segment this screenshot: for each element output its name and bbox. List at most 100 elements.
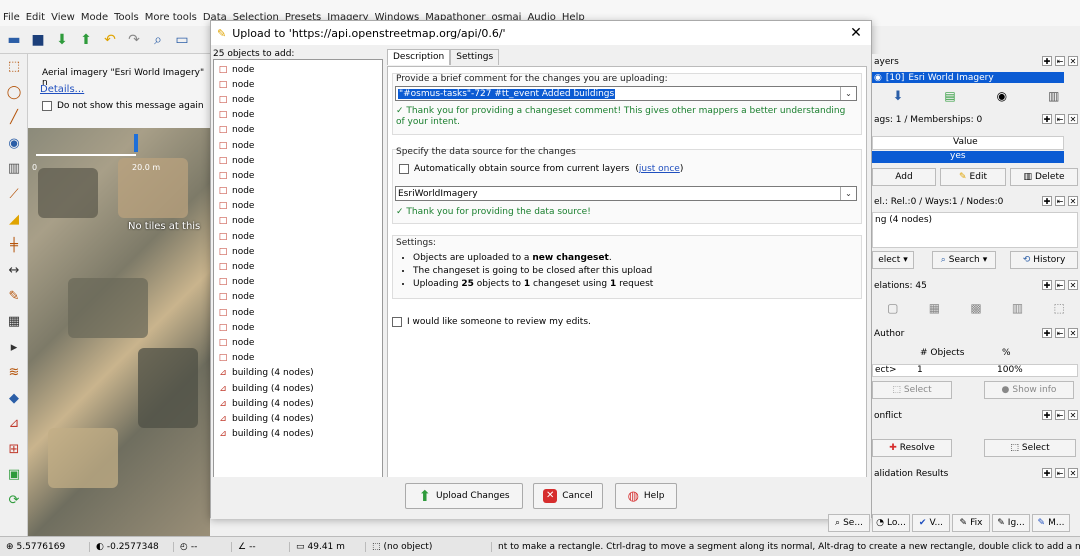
pin-icon[interactable]: ⇤ xyxy=(1055,468,1065,478)
cancel-button[interactable]: ✕ Cancel xyxy=(533,483,603,509)
plus-icon[interactable]: ✚ xyxy=(1042,410,1052,420)
tab-fix[interactable]: ✎ Fix xyxy=(952,514,990,532)
list-item[interactable]: □ node xyxy=(214,320,382,335)
list-item[interactable]: □ node xyxy=(214,351,382,366)
close-icon[interactable]: ✕ xyxy=(1068,56,1078,66)
list-item[interactable]: □ node xyxy=(214,77,382,92)
pin-icon[interactable]: ⇤ xyxy=(1055,328,1065,338)
delete-tool-icon[interactable]: ▥ xyxy=(0,156,28,182)
list-item[interactable]: □ node xyxy=(214,199,382,214)
pin-icon[interactable]: ⇤ xyxy=(1055,56,1065,66)
author-select-button[interactable]: ⬚ Select xyxy=(872,381,952,399)
close-icon[interactable]: ✕ xyxy=(1068,280,1078,290)
activate-icon[interactable]: ▤ xyxy=(944,89,955,103)
relation-dup-icon[interactable]: ▩ xyxy=(970,301,981,315)
selection-item[interactable]: ng (4 nodes) xyxy=(875,215,932,225)
edit-tag-button[interactable]: ✎ Edit xyxy=(940,168,1006,186)
chevron-down-icon[interactable]: ⌄ xyxy=(840,187,856,200)
list-item[interactable]: ⊿ building (4 nodes) xyxy=(214,396,382,411)
open-icon[interactable]: ▬ xyxy=(4,30,24,50)
plus-icon[interactable]: ✚ xyxy=(1042,328,1052,338)
close-icon[interactable]: ✕ xyxy=(1068,114,1078,124)
list-item[interactable]: □ node xyxy=(214,214,382,229)
selection-list[interactable]: ng (4 nodes) xyxy=(872,212,1078,248)
pin-icon[interactable]: ⇤ xyxy=(1055,410,1065,420)
lasso-icon[interactable]: ◯ xyxy=(0,80,28,106)
menu-mode[interactable]: Mode xyxy=(78,12,111,23)
save-icon[interactable]: ■ xyxy=(28,30,48,50)
menu-file[interactable]: File xyxy=(0,12,23,23)
select-dropdown[interactable]: elect ▾ xyxy=(872,251,914,269)
tab-more[interactable]: ✎ M... xyxy=(1032,514,1070,532)
dont-show-checkbox[interactable] xyxy=(42,101,52,111)
tag-value-row[interactable]: yes xyxy=(872,151,1064,163)
relation-edit-icon[interactable]: ▦ xyxy=(929,301,940,315)
list-item[interactable]: □ node xyxy=(214,123,382,138)
draw-icon[interactable]: ╱ xyxy=(0,105,28,131)
zoom-tool-icon[interactable]: ◉ xyxy=(0,131,28,157)
list-item[interactable]: □ node xyxy=(214,138,382,153)
more-icon[interactable]: ▸ xyxy=(0,335,28,361)
list-item[interactable]: □ node xyxy=(214,184,382,199)
list-item[interactable]: ⊿ building (4 nodes) xyxy=(214,411,382,426)
show-info-button[interactable]: ● Show info xyxy=(984,381,1074,399)
list-item[interactable]: □ node xyxy=(214,92,382,107)
menu-more-tools[interactable]: More tools xyxy=(142,12,200,23)
plus-icon[interactable]: ✚ xyxy=(1042,56,1052,66)
resolve-button[interactable]: ✚ Resolve xyxy=(872,439,952,457)
select-tool-icon[interactable]: ⬚ xyxy=(0,54,28,80)
scale-handle[interactable] xyxy=(134,134,138,152)
list-item[interactable]: □ node xyxy=(214,62,382,77)
tab-lookup[interactable]: ◔ Lo... xyxy=(872,514,910,532)
move-down-icon[interactable]: ⬇ xyxy=(892,89,903,104)
building-tool-icon[interactable]: ◢ xyxy=(0,207,28,233)
search-dropdown[interactable]: ⌕ Search ▾ xyxy=(932,251,996,269)
list-item[interactable]: □ node xyxy=(214,290,382,305)
layers-icon[interactable]: ≋ xyxy=(0,360,28,386)
menu-edit[interactable]: Edit xyxy=(23,12,48,23)
delete-tag-button[interactable]: ▥ Delete xyxy=(1010,168,1078,186)
zoom-out-icon[interactable]: ▭ xyxy=(172,30,192,50)
undo-icon[interactable]: ↶ xyxy=(100,30,120,50)
close-icon[interactable]: ✕ xyxy=(1068,328,1078,338)
extrude-icon[interactable]: ↔ xyxy=(0,258,28,284)
redo-icon[interactable]: ↷ xyxy=(124,30,144,50)
parallel-icon[interactable]: ╪ xyxy=(0,233,28,259)
layer-row[interactable]: ◉ [10] Esri World Imagery xyxy=(872,72,1064,83)
author-row[interactable]: ect> 1 100% xyxy=(872,364,1078,377)
relation-delete-icon[interactable]: ▥ xyxy=(1012,301,1023,315)
map-icon[interactable]: ▣ xyxy=(0,462,28,488)
menu-view[interactable]: View xyxy=(48,12,78,23)
dont-show-option[interactable]: Do not show this message again xyxy=(42,101,204,111)
list-item[interactable]: ⊿ building (4 nodes) xyxy=(214,381,382,396)
building-icon[interactable]: ▦ xyxy=(0,309,28,335)
close-icon[interactable]: ✕ xyxy=(1068,410,1078,420)
close-icon[interactable]: ✕ xyxy=(847,24,865,42)
chevron-down-icon[interactable]: ⌄ xyxy=(840,87,856,100)
conflict-select-button[interactable]: ⬚ Select xyxy=(984,439,1076,457)
list-item[interactable]: □ node xyxy=(214,335,382,350)
zoom-icon[interactable]: ⌕ xyxy=(148,30,168,50)
improve-way-icon[interactable]: ⟋ xyxy=(0,182,28,208)
list-item[interactable]: □ node xyxy=(214,275,382,290)
pencil-icon[interactable]: ✎ xyxy=(0,284,28,310)
list-item[interactable]: □ node xyxy=(214,244,382,259)
list-item[interactable]: ⊿ building (4 nodes) xyxy=(214,366,382,381)
details-link[interactable]: Details... xyxy=(40,84,84,95)
list-item[interactable]: □ node xyxy=(214,108,382,123)
list-item[interactable]: □ node xyxy=(214,168,382,183)
add-tag-button[interactable]: Add xyxy=(872,168,936,186)
history-button[interactable]: ⟲ History xyxy=(1010,251,1078,269)
map-view[interactable]: 0 20.0 m No tiles at this xyxy=(28,128,210,536)
list-item[interactable]: □ node xyxy=(214,305,382,320)
upload-icon[interactable]: ⬆ xyxy=(76,30,96,50)
auto-source-checkbox[interactable] xyxy=(399,164,409,174)
menu-tools[interactable]: Tools xyxy=(111,12,142,23)
delete-layer-icon[interactable]: ▥ xyxy=(1048,89,1059,103)
pin-icon[interactable]: ⇤ xyxy=(1055,196,1065,206)
download-icon[interactable]: ⬇ xyxy=(52,30,72,50)
plus-icon[interactable]: ✚ xyxy=(1042,280,1052,290)
relation-icon[interactable]: ⊞ xyxy=(0,437,28,463)
plus-icon[interactable]: ✚ xyxy=(1042,196,1052,206)
list-item[interactable]: ⊿ building (4 nodes) xyxy=(214,427,382,442)
